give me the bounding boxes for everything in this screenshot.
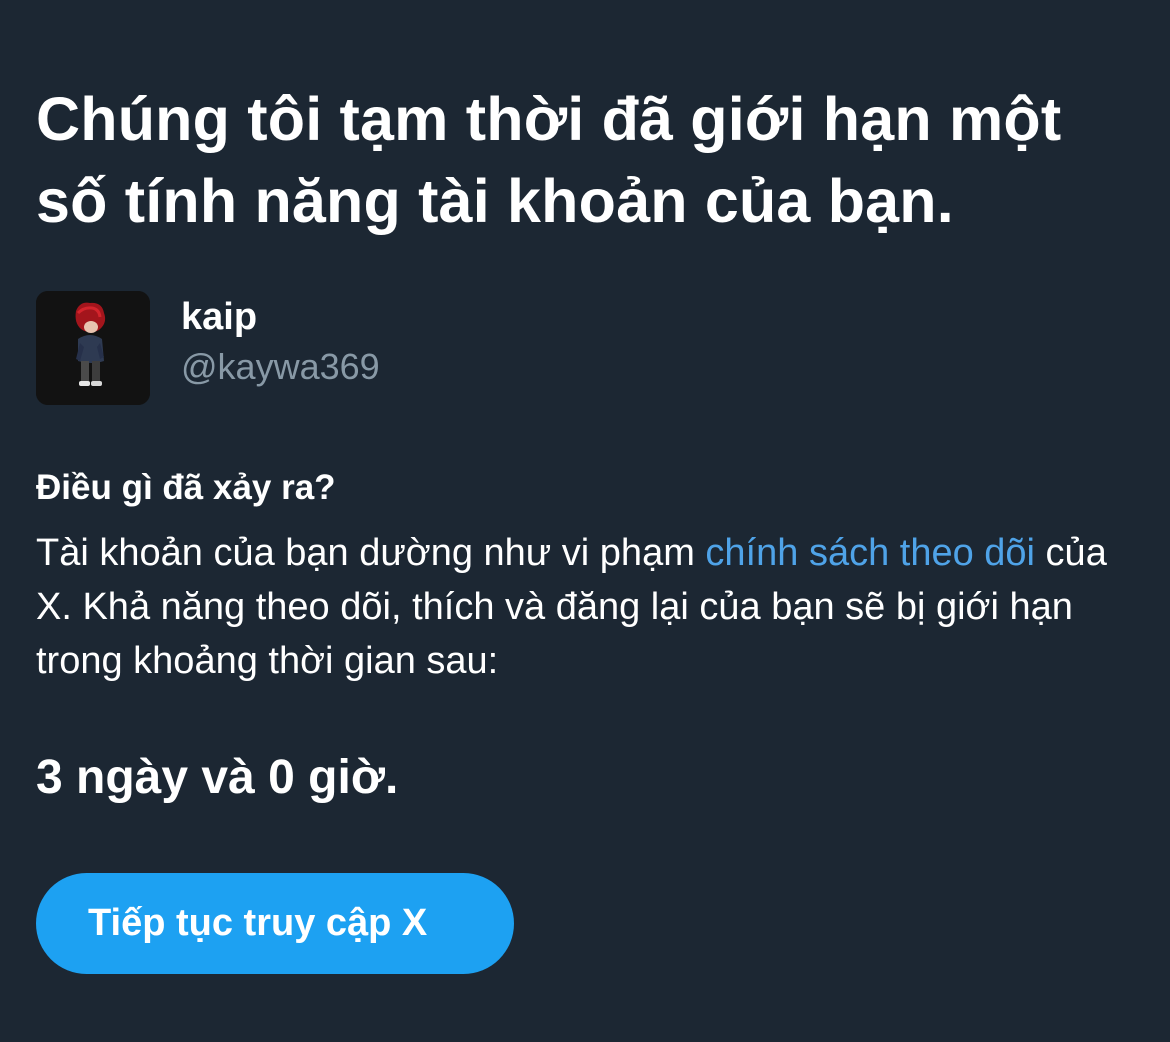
follow-policy-link[interactable]: chính sách theo dõi (705, 532, 1035, 574)
account-names: kaip @kaywa369 (181, 291, 380, 395)
continue-to-x-button[interactable]: Tiếp tục truy cập X (36, 873, 514, 974)
what-happened-heading: Điều gì đã xảy ra? (36, 468, 336, 507)
avatar-image (36, 291, 150, 405)
restriction-duration: 3 ngày và 0 giờ. (36, 751, 399, 804)
account-card: kaip @kaywa369 (36, 291, 380, 405)
violation-description: Tài khoản của bạn dường như vi phạm chín… (36, 526, 1136, 688)
description-text-start: Tài khoản của bạn dường như vi phạm (36, 532, 706, 574)
avatar (36, 291, 150, 405)
page-title: Chúng tôi tạm thời đã giới hạn một số tí… (36, 85, 1062, 235)
account-handle: @kaywa369 (181, 346, 380, 387)
display-name: kaip (181, 296, 258, 338)
